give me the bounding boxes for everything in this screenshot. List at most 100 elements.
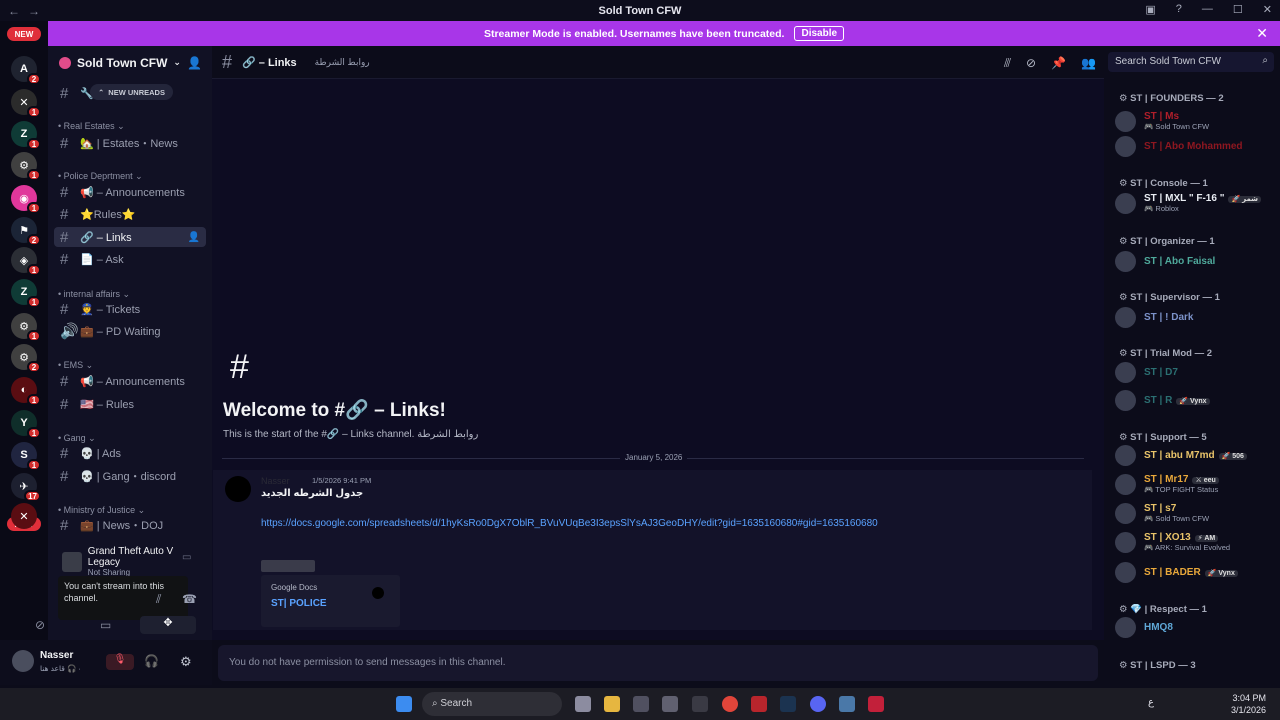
link-embed[interactable]: Google Docs ST| POLICE [261, 575, 400, 627]
app-icon[interactable] [751, 696, 767, 712]
clock[interactable]: 3:04 PM 3/1/2026 [1231, 692, 1266, 716]
new-unreads-pill[interactable]: ⌃ NEW UNREADS [90, 84, 173, 100]
member-item[interactable]: ST | Ms 🎮 Sold Town CFW [1115, 108, 1275, 134]
settings-icon[interactable] [662, 696, 678, 712]
member-item[interactable]: ST | ! Dark [1115, 304, 1275, 330]
app-icon[interactable] [868, 696, 884, 712]
start-icon[interactable] [396, 696, 412, 712]
server-icon[interactable]: ⚙ 2 [11, 344, 41, 373]
language-indicator[interactable]: ع [1148, 697, 1154, 708]
app-icon[interactable] [692, 696, 708, 712]
help-icon[interactable]: ? [1176, 3, 1182, 16]
member-item[interactable]: ST | Mr17 ⚔ eeu 🎮 TOP FIGHT Status [1115, 471, 1275, 497]
chrome-icon[interactable] [722, 696, 738, 712]
member-item[interactable]: ST | Abo Faisal [1115, 248, 1275, 274]
activities-button[interactable]: ✥ [140, 616, 196, 634]
channel-item[interactable]: # 💀 | Ads [54, 443, 206, 463]
avatar[interactable] [12, 650, 34, 672]
server-icon[interactable]: Y1 [11, 410, 41, 439]
message-author[interactable]: Nasser [261, 476, 290, 486]
search-input[interactable]: Search Sold Town CFW ⌕ [1108, 52, 1274, 72]
server-header[interactable]: Sold Town CFW ⌄ 👤 [48, 46, 212, 79]
avatar[interactable] [225, 476, 251, 502]
member-item[interactable]: ST | XO13 ⚡ AM 🎮 ARK: Survival Evolved [1115, 529, 1275, 555]
screen-share-icon[interactable]: ▭ [100, 618, 111, 632]
member-name: HMQ8 [1144, 621, 1173, 633]
server-icon[interactable]: Z1 [11, 121, 41, 150]
back-icon[interactable]: ← [8, 4, 20, 18]
channel-item[interactable]: # 📄 – Ask [54, 249, 206, 269]
stream-icon[interactable]: ▭ [182, 552, 191, 563]
channel-item[interactable]: # 💀 | Gang・discord [54, 466, 206, 486]
pin-icon[interactable]: 📌 [1051, 56, 1066, 71]
server-icon[interactable]: ✕ 1 [11, 89, 41, 118]
server-rail: NEW NEW A2✕1Z1⚙1◉1⚑2◈1Z1⚙1⚙2◐1Y1S1✈17✕ [0, 21, 48, 685]
taskbar-search[interactable]: ⌕ Search [422, 692, 562, 716]
channel-item[interactable]: # 🔗 – Links 👤 [54, 227, 206, 247]
unread-badge: 1 [27, 138, 41, 150]
server-icon[interactable]: ⚙ 1 [11, 152, 41, 181]
member-item[interactable]: ST | BADER 🚀 Vynx [1115, 559, 1275, 585]
channel-category[interactable]: • Police Deprtment ⌄ [58, 171, 143, 182]
message[interactable]: Nasser 1/5/2026 9:41 PM جدول الشرطه الجد… [213, 470, 1092, 630]
server-icon[interactable]: ◉ 1 [11, 185, 41, 214]
channel-item[interactable]: 🔊 💼 – PD Waiting [54, 321, 206, 341]
channel-item[interactable]: # ⭐Rules⭐ [54, 204, 206, 224]
server-icon[interactable]: Z1 [11, 279, 41, 308]
channel-category[interactable]: • EMS ⌄ [58, 360, 93, 371]
app-icon[interactable] [839, 696, 855, 712]
notifications-off-icon[interactable]: ⊘ [1026, 56, 1036, 71]
message-composer: You do not have permission to send messa… [218, 645, 1098, 681]
channel-item[interactable]: # 📢 – Announcements [54, 371, 206, 391]
channel-category[interactable]: • Real Estates ⌄ [58, 121, 125, 132]
gear-icon[interactable]: ⚙ [180, 654, 192, 670]
inbox-icon[interactable]: ▣ [1145, 3, 1155, 16]
hash-icon: # [60, 84, 69, 102]
member-tag: 🚀 شمر [1228, 196, 1262, 203]
microphone-muted-icon[interactable]: 🎙 [106, 654, 134, 670]
server-icon[interactable]: S1 [11, 442, 41, 471]
disconnect-icon[interactable]: ☎ [182, 592, 197, 606]
forward-icon[interactable]: → [28, 4, 40, 18]
member-item[interactable]: ST | abu M7md 🚀 506 [1115, 442, 1275, 468]
channel-label: 📢 – Announcements [80, 375, 185, 388]
headphones-icon[interactable]: 🎧 [144, 654, 159, 668]
steam-icon[interactable] [780, 696, 796, 712]
close-icon[interactable]: ✕ [1263, 3, 1272, 16]
channel-item[interactable]: # 💼 | News・DOJ [54, 515, 206, 535]
app-icon[interactable] [633, 696, 649, 712]
discord-icon[interactable] [810, 696, 826, 712]
server-icon[interactable]: ◐ 1 [11, 377, 41, 406]
mute-icon[interactable]: ⫽ [156, 592, 161, 607]
server-icon[interactable]: ◈ 1 [11, 247, 41, 276]
threads-icon[interactable]: ⫻ [1004, 56, 1011, 71]
add-user-icon[interactable]: 👤 [187, 56, 202, 70]
server-icon[interactable]: A2 [11, 56, 41, 85]
member-item[interactable]: ST | s7 🎮 Sold Town CFW [1115, 500, 1275, 526]
server-icon[interactable]: ✈ 17 [11, 473, 41, 502]
disable-button[interactable]: Disable [794, 26, 845, 41]
task-view-icon[interactable] [575, 696, 591, 712]
channel-item[interactable]: # 👮 – Tickets [54, 299, 206, 319]
maximize-icon[interactable]: ☐ [1233, 3, 1243, 16]
file-explorer-icon[interactable] [604, 696, 620, 712]
channel-item[interactable]: # 🏡 | Estates・News [54, 133, 206, 153]
member-item[interactable]: ST | D7 [1115, 359, 1275, 385]
member-item[interactable]: ST | MXL " F-16 " 🚀 شمر 🎮 Roblox [1115, 190, 1275, 216]
embed-title[interactable]: ST| POLICE [271, 598, 390, 609]
close-icon[interactable]: ✕ [1256, 25, 1268, 42]
message-link[interactable]: https://docs.google.com/spreadsheets/d/1… [261, 518, 878, 529]
channel-item[interactable]: # 📢 – Announcements [54, 182, 206, 202]
minimize-icon[interactable]: — [1202, 3, 1213, 16]
member-item[interactable]: HMQ8 [1115, 614, 1275, 640]
invite-icon[interactable]: 👤 [188, 232, 200, 243]
camera-off-icon[interactable]: ⊘ [35, 618, 45, 632]
member-item[interactable]: ST | Abo Mohammed [1115, 133, 1275, 159]
channel-label: ⭐Rules⭐ [80, 208, 136, 221]
server-icon[interactable]: ⚙ 1 [11, 313, 41, 342]
server-icon[interactable]: ✕ [11, 503, 37, 529]
server-icon[interactable]: ⚑ 2 [11, 217, 41, 246]
channel-item[interactable]: # 🇺🇸 – Rules [54, 394, 206, 414]
member-list-icon[interactable]: 👥 [1081, 56, 1096, 71]
member-item[interactable]: ST | R 🚀 Vynx [1115, 387, 1275, 413]
